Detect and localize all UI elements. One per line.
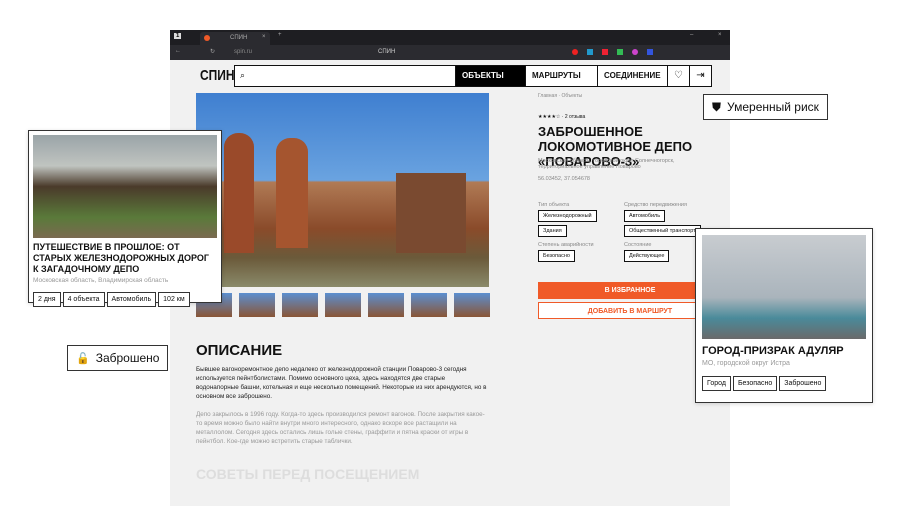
- state-label: Состояние: [624, 242, 652, 248]
- tab[interactable]: СПИН ×: [200, 32, 270, 45]
- nav-objects[interactable]: ОБЪЕКТЫ: [456, 65, 526, 87]
- reload-icon[interactable]: ↻: [210, 48, 215, 55]
- nav-connection[interactable]: СОЕДИНЕНИЕ: [598, 65, 668, 87]
- logo[interactable]: СПИН: [200, 64, 235, 88]
- tab-bar: 1 СПИН × + – ×: [170, 30, 730, 45]
- search-icon: ⌕: [240, 70, 246, 80]
- chip-distance: 102 км: [158, 292, 190, 307]
- chip-city: Город: [702, 376, 731, 391]
- ghost-card-image: [702, 235, 866, 339]
- login-icon[interactable]: ⇥: [690, 65, 712, 87]
- tag-public-transport[interactable]: Общественный транспорт: [624, 225, 701, 237]
- shield-check-icon: ⛊: [712, 99, 722, 114]
- ghost-card-title: ГОРОД-ПРИЗРАК АДУЛЯР: [702, 345, 844, 357]
- tag-car[interactable]: Автомобиль: [624, 210, 666, 222]
- abandoned-badge: 🔓 Заброшено: [67, 345, 169, 371]
- tag-railway[interactable]: Железнодорожный: [538, 210, 597, 222]
- unlock-icon: 🔓: [76, 352, 90, 365]
- thumbnail[interactable]: [325, 293, 361, 317]
- url[interactable]: spin.ru: [234, 49, 252, 55]
- tag-buildings[interactable]: Здания: [538, 225, 567, 237]
- description-p1: Бывшее вагоноремонтное депо недалеко от …: [196, 366, 487, 400]
- route-card-title: ПУТЕШЕСТВИЕ В ПРОШЛОЕ: ОТ СТАРЫХ ЖЕЛЕЗНО…: [33, 242, 210, 274]
- type-label: Тип объекта: [538, 202, 570, 208]
- transport-label: Средство передвижения: [624, 202, 687, 208]
- reviews-link[interactable]: 2 отзыва: [565, 114, 585, 120]
- main-photo[interactable]: [196, 93, 489, 287]
- thumbnail[interactable]: [411, 293, 447, 317]
- ghost-card-location: МО, городской округ Истра: [702, 360, 790, 367]
- back-icon[interactable]: ←: [175, 48, 181, 54]
- thumbnail[interactable]: [368, 293, 404, 317]
- danger-label: Степень аварийности: [538, 242, 594, 248]
- object-address: Московская область, городской округ Солн…: [538, 158, 675, 170]
- risk-badge: ⛊ Умеренный риск: [703, 94, 828, 120]
- browser-window: 1 СПИН × + – × ← ↻ spin.ru СПИН СПИН ⌕ О…: [170, 30, 730, 506]
- tab-count[interactable]: 1: [174, 33, 182, 39]
- breadcrumb[interactable]: Главная · Объекты: [538, 93, 582, 99]
- tab-title: СПИН: [230, 35, 248, 41]
- rating: ★★★★☆ · 2 отзыва: [538, 114, 586, 120]
- thumbnail[interactable]: [282, 293, 318, 317]
- search-input[interactable]: ⌕: [234, 65, 456, 87]
- tag-safe[interactable]: Безопасно: [538, 250, 575, 262]
- object-coords[interactable]: 56.03452, 37.054678: [538, 176, 590, 182]
- thumbnail[interactable]: [454, 293, 490, 317]
- route-card-image: [33, 135, 217, 238]
- chip-transport: Автомобиль: [106, 292, 157, 307]
- route-card[interactable]: ПУТЕШЕСТВИЕ В ПРОШЛОЕ: ОТ СТАРЫХ ЖЕЛЕЗНО…: [28, 130, 222, 307]
- chip-objects: 4 объекта: [62, 292, 105, 307]
- address-bar[interactable]: ← ↻ spin.ru СПИН: [170, 45, 730, 60]
- ghost-town-card[interactable]: ГОРОД-ПРИЗРАК АДУЛЯР МО, городской округ…: [695, 228, 873, 403]
- tag-active[interactable]: Действующее: [624, 250, 670, 262]
- description-heading: ОПИСАНИЕ: [196, 342, 283, 359]
- tips-heading: СОВЕТЫ ПЕРЕД ПОСЕЩЕНИЕМ: [196, 466, 420, 482]
- route-card-location: Московская область, Владимирская область: [33, 277, 169, 284]
- minimize-icon[interactable]: –: [690, 32, 693, 38]
- favicon-icon: [204, 35, 210, 41]
- close-tab-icon[interactable]: ×: [262, 34, 266, 40]
- extension-icons[interactable]: [572, 49, 653, 55]
- description-p2: Депо закрылось в 1996 году. Когда-то зде…: [196, 411, 485, 445]
- page-title: СПИН: [378, 49, 396, 55]
- site-header: СПИН ⌕ ОБЪЕКТЫ МАРШРУТЫ СОЕДИНЕНИЕ ♡ ⇥: [200, 64, 712, 88]
- heart-icon[interactable]: ♡: [668, 65, 690, 87]
- chip-safe: Безопасно: [732, 376, 778, 391]
- chip-abandoned: Заброшено: [779, 376, 827, 391]
- abandoned-label: Заброшено: [95, 351, 160, 365]
- nav-routes[interactable]: МАРШРУТЫ: [526, 65, 598, 87]
- thumbnail[interactable]: [239, 293, 275, 317]
- risk-label: Умеренный риск: [727, 100, 819, 114]
- new-tab-icon[interactable]: +: [278, 32, 282, 38]
- stars-icon: ★★★★☆: [538, 114, 561, 120]
- chip-duration: 2 дня: [33, 292, 61, 307]
- close-window-icon[interactable]: ×: [718, 32, 722, 38]
